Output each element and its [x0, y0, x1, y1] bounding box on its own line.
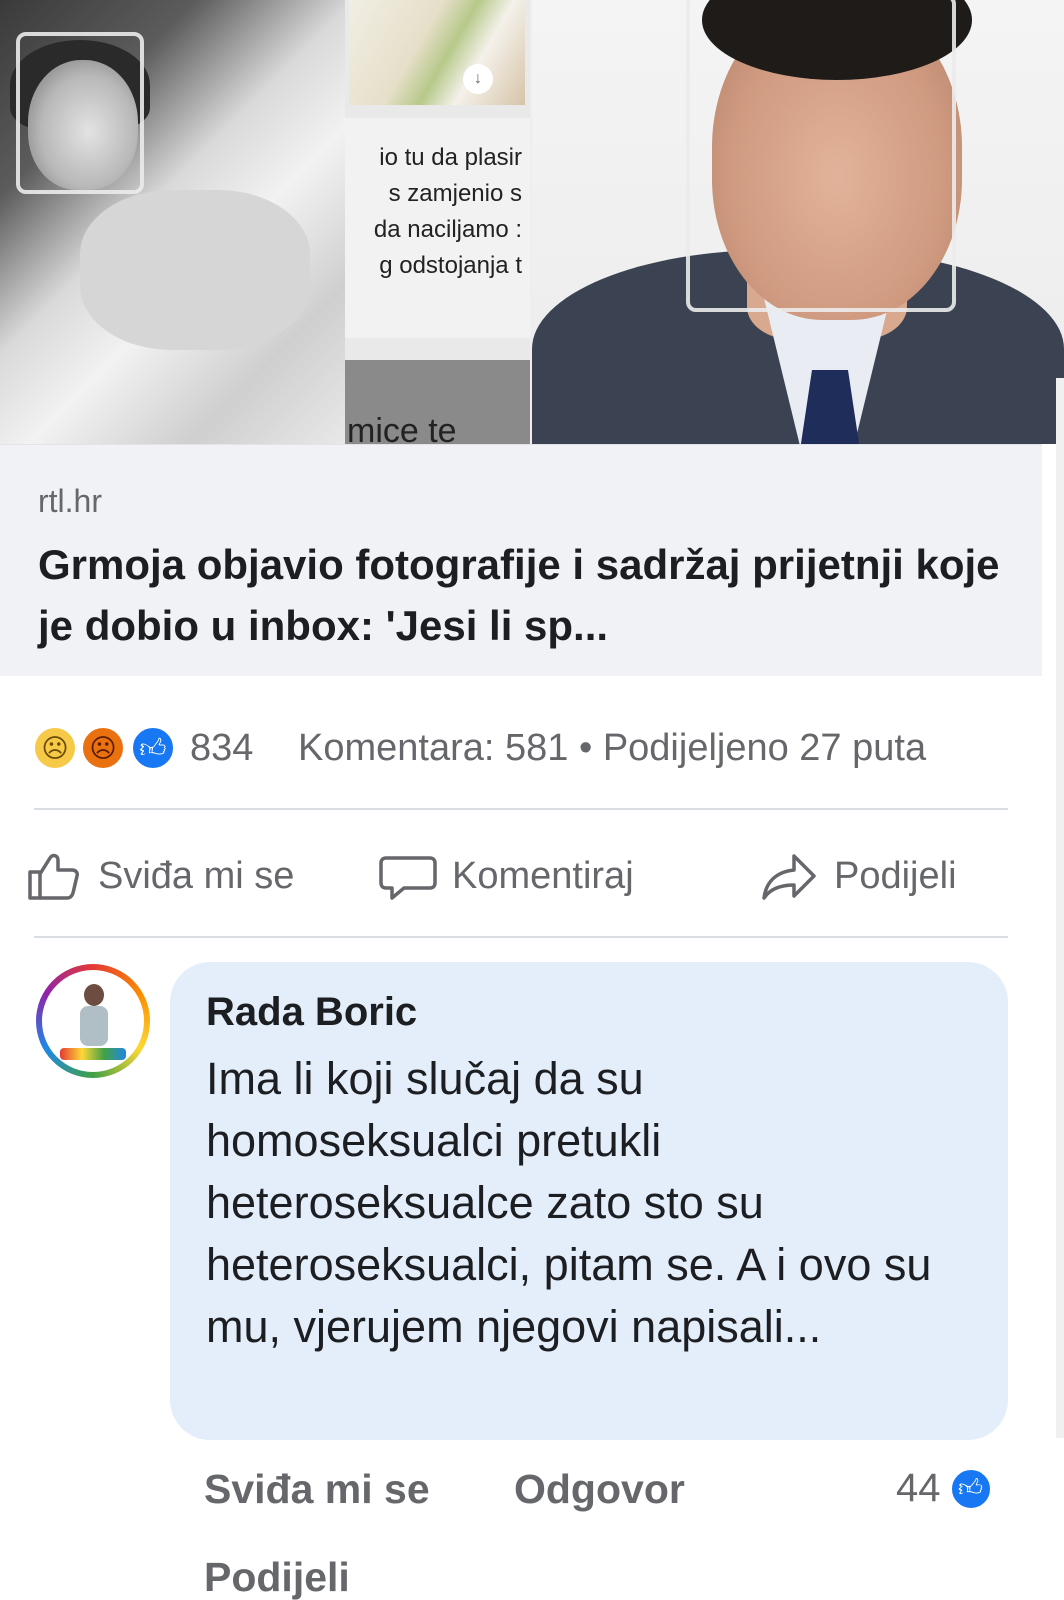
- comment-reply-button[interactable]: Odgovor: [514, 1466, 685, 1513]
- reaction-icons: ☹ ☹ 👍︎: [32, 725, 178, 771]
- divider: [34, 808, 1008, 810]
- photo-left: [0, 0, 345, 444]
- comment-like-count-value: 44: [896, 1466, 941, 1510]
- comment-text: Ima li koji slučaj da su homoseksualci p…: [206, 1053, 932, 1352]
- reaction-count: 834: [190, 726, 254, 769]
- link-domain: rtl.hr: [38, 483, 102, 519]
- comment-button[interactable]: Komentiraj: [378, 836, 634, 916]
- reactions-summary[interactable]: ☹ ☹ 👍︎ 834: [32, 724, 253, 772]
- message-snippet-card: io tu da plasir s zamjenio s da naciljam…: [345, 118, 530, 338]
- avatar-inner: [42, 970, 144, 1072]
- snippet-line: g odstojanja t: [379, 252, 522, 279]
- scrollbar-track[interactable]: [1056, 378, 1064, 1438]
- snippet-lower-text: mice te: [347, 412, 457, 444]
- link-headline[interactable]: Grmoja objavio fotografije i sadržaj pri…: [38, 535, 1018, 657]
- like-button-label: Sviđa mi se: [98, 854, 295, 897]
- like-thumb-icon: 👍︎: [130, 725, 176, 771]
- speech-bubble-icon: [379, 856, 437, 900]
- share-button-label: Podijeli: [834, 854, 957, 897]
- comments-shares-summary[interactable]: Komentara: 581 • Podijeljeno 27 puta: [298, 724, 926, 772]
- share-arrow-icon: [762, 854, 816, 900]
- post-action-bar: Sviđa mi se Komentiraj Podijeli: [0, 836, 1042, 916]
- share-button[interactable]: Podijeli: [760, 836, 957, 916]
- snippet-line: io tu da plasir: [379, 144, 522, 171]
- divider: [34, 936, 1008, 938]
- comment-like-count[interactable]: 44 👍︎: [896, 1466, 993, 1511]
- photo-right-portrait: [532, 0, 1064, 444]
- avatar-rainbow-base: [60, 1048, 126, 1060]
- avatar-figure-body: [80, 1006, 108, 1046]
- avatar-figure-head: [84, 984, 104, 1006]
- like-thumb-icon: 👍︎: [948, 1466, 993, 1511]
- comment-bubble[interactable]: Rada Boric Ima li koji slučaj da su homo…: [170, 962, 1008, 1440]
- comment-like-button[interactable]: Sviđa mi se: [204, 1466, 430, 1513]
- photo-middle-screenshot: ↓ io tu da plasir s zamjenio s da nacilj…: [345, 0, 530, 444]
- comment-author[interactable]: Rada Boric: [206, 990, 417, 1035]
- snippet-line: s zamjenio s: [388, 180, 522, 207]
- photo-left-shroud: [80, 190, 310, 350]
- sad-face-icon: ☹: [32, 725, 78, 771]
- link-preview-image[interactable]: ↓ io tu da plasir s zamjenio s da nacilj…: [0, 0, 1064, 444]
- photo-middle-thumbnail: [349, 0, 525, 105]
- thumbs-up-icon: [28, 853, 79, 900]
- angry-face-icon: ☹: [80, 725, 126, 771]
- link-preview-card[interactable]: rtl.hr Grmoja objavio fotografije i sadr…: [0, 444, 1042, 676]
- face-detection-box: [16, 32, 144, 194]
- face-detection-box: [686, 0, 956, 312]
- comment-button-label: Komentiraj: [452, 854, 634, 897]
- commenter-avatar[interactable]: [36, 964, 150, 1078]
- like-button[interactable]: Sviđa mi se: [24, 836, 294, 916]
- comment-share-button[interactable]: Podijeli: [204, 1554, 350, 1600]
- snippet-line: da naciljamo :: [373, 216, 522, 243]
- download-icon: ↓: [463, 64, 493, 94]
